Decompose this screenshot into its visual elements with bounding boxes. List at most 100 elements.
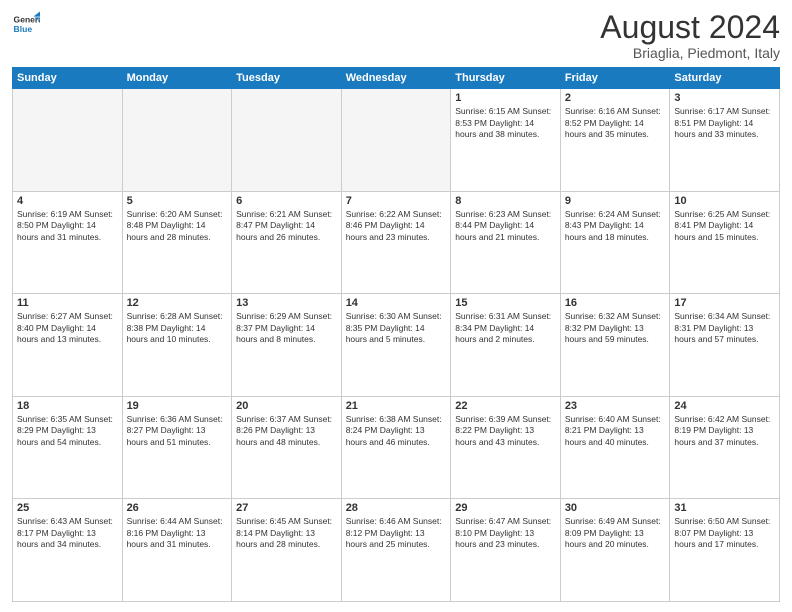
day-number: 30 [565, 502, 666, 514]
table-row: 24 Sunrise: 6:42 AM Sunset: 8:19 PM Dayli… [670, 396, 780, 499]
col-thursday: Thursday [451, 68, 561, 89]
day-number: 4 [17, 195, 118, 207]
day-info: Sunrise: 6:25 AM Sunset: 8:41 PM Dayligh… [674, 209, 775, 243]
col-wednesday: Wednesday [341, 68, 451, 89]
table-row: 23Sunrise: 6:40 AM Sunset: 8:21 PM Dayli… [560, 396, 670, 499]
day-number: 21 [346, 400, 447, 412]
table-row: 4 Sunrise: 6:19 AM Sunset: 8:50 PM Daylig… [13, 191, 123, 294]
table-row [122, 89, 232, 192]
table-row [13, 89, 123, 192]
table-row: 11 Sunrise: 6:27 AM Sunset: 8:40 PM Dayli… [13, 294, 123, 397]
table-row: 25 Sunrise: 6:43 AM Sunset: 8:17 PM Dayli… [13, 499, 123, 602]
day-number: 17 [674, 297, 775, 309]
day-info: Sunrise: 6:49 AM Sunset: 8:09 PM Dayligh… [565, 516, 666, 550]
calendar-week-row: 4 Sunrise: 6:19 AM Sunset: 8:50 PM Daylig… [13, 191, 780, 294]
calendar-week-row: 25 Sunrise: 6:43 AM Sunset: 8:17 PM Dayli… [13, 499, 780, 602]
day-info: Sunrise: 6:17 AM Sunset: 8:51 PM Dayligh… [674, 106, 775, 140]
day-number: 10 [674, 195, 775, 207]
logo-icon: General Blue [12, 10, 40, 38]
table-row: 20 Sunrise: 6:37 AM Sunset: 8:26 PM Dayli… [232, 396, 342, 499]
calendar-week-row: 1 Sunrise: 6:15 AM Sunset: 8:53 PM Daylig… [13, 89, 780, 192]
table-row: 3 Sunrise: 6:17 AM Sunset: 8:51 PM Daylig… [670, 89, 780, 192]
day-info: Sunrise: 6:38 AM Sunset: 8:24 PM Dayligh… [346, 414, 447, 448]
table-row: 21 Sunrise: 6:38 AM Sunset: 8:24 PM Dayli… [341, 396, 451, 499]
col-sunday: Sunday [13, 68, 123, 89]
day-info: Sunrise: 6:40 AM Sunset: 8:21 PM Dayligh… [565, 414, 666, 448]
day-info: Sunrise: 6:36 AM Sunset: 8:27 PM Dayligh… [127, 414, 228, 448]
calendar-header-row: Sunday Monday Tuesday Wednesday Thursday… [13, 68, 780, 89]
table-row: 28Sunrise: 6:46 AM Sunset: 8:12 PM Dayli… [341, 499, 451, 602]
day-info: Sunrise: 6:50 AM Sunset: 8:07 PM Dayligh… [674, 516, 775, 550]
day-info: Sunrise: 6:32 AM Sunset: 8:32 PM Dayligh… [565, 311, 666, 345]
day-number: 22 [455, 400, 556, 412]
day-info: Sunrise: 6:35 AM Sunset: 8:29 PM Dayligh… [17, 414, 118, 448]
day-info: Sunrise: 6:27 AM Sunset: 8:40 PM Dayligh… [17, 311, 118, 345]
table-row: 26 Sunrise: 6:44 AM Sunset: 8:16 PM Dayli… [122, 499, 232, 602]
day-number: 5 [127, 195, 228, 207]
header: General Blue August 2024 Briaglia, Piedm… [12, 10, 780, 61]
page: General Blue August 2024 Briaglia, Piedm… [0, 0, 792, 612]
table-row: 14 Sunrise: 6:30 AM Sunset: 8:35 PM Dayli… [341, 294, 451, 397]
day-number: 6 [236, 195, 337, 207]
day-number: 11 [17, 297, 118, 309]
table-row: 7Sunrise: 6:22 AM Sunset: 8:46 PM Daylig… [341, 191, 451, 294]
title-block: August 2024 Briaglia, Piedmont, Italy [600, 10, 780, 61]
table-row: 15Sunrise: 6:31 AM Sunset: 8:34 PM Dayli… [451, 294, 561, 397]
day-number: 24 [674, 400, 775, 412]
svg-text:Blue: Blue [14, 24, 33, 34]
day-number: 3 [674, 92, 775, 104]
day-info: Sunrise: 6:30 AM Sunset: 8:35 PM Dayligh… [346, 311, 447, 345]
table-row: 12 Sunrise: 6:28 AM Sunset: 8:38 PM Dayli… [122, 294, 232, 397]
table-row: 19 Sunrise: 6:36 AM Sunset: 8:27 PM Dayli… [122, 396, 232, 499]
table-row: 1 Sunrise: 6:15 AM Sunset: 8:53 PM Daylig… [451, 89, 561, 192]
col-tuesday: Tuesday [232, 68, 342, 89]
day-info: Sunrise: 6:34 AM Sunset: 8:31 PM Dayligh… [674, 311, 775, 345]
day-info: Sunrise: 6:28 AM Sunset: 8:38 PM Dayligh… [127, 311, 228, 345]
table-row: 31 Sunrise: 6:50 AM Sunset: 8:07 PM Dayli… [670, 499, 780, 602]
day-info: Sunrise: 6:37 AM Sunset: 8:26 PM Dayligh… [236, 414, 337, 448]
day-number: 13 [236, 297, 337, 309]
day-number: 1 [455, 92, 556, 104]
table-row: 5 Sunrise: 6:20 AM Sunset: 8:48 PM Daylig… [122, 191, 232, 294]
day-number: 25 [17, 502, 118, 514]
table-row: 8Sunrise: 6:23 AM Sunset: 8:44 PM Daylig… [451, 191, 561, 294]
day-info: Sunrise: 6:24 AM Sunset: 8:43 PM Dayligh… [565, 209, 666, 243]
table-row: 29Sunrise: 6:47 AM Sunset: 8:10 PM Dayli… [451, 499, 561, 602]
day-info: Sunrise: 6:42 AM Sunset: 8:19 PM Dayligh… [674, 414, 775, 448]
day-info: Sunrise: 6:47 AM Sunset: 8:10 PM Dayligh… [455, 516, 556, 550]
day-number: 14 [346, 297, 447, 309]
day-info: Sunrise: 6:46 AM Sunset: 8:12 PM Dayligh… [346, 516, 447, 550]
day-number: 12 [127, 297, 228, 309]
day-number: 20 [236, 400, 337, 412]
table-row: 18 Sunrise: 6:35 AM Sunset: 8:29 PM Dayli… [13, 396, 123, 499]
day-number: 31 [674, 502, 775, 514]
calendar-week-row: 18 Sunrise: 6:35 AM Sunset: 8:29 PM Dayli… [13, 396, 780, 499]
day-number: 2 [565, 92, 666, 104]
day-info: Sunrise: 6:29 AM Sunset: 8:37 PM Dayligh… [236, 311, 337, 345]
table-row [341, 89, 451, 192]
table-row: 27Sunrise: 6:45 AM Sunset: 8:14 PM Dayli… [232, 499, 342, 602]
day-number: 7 [346, 195, 447, 207]
day-number: 19 [127, 400, 228, 412]
day-number: 15 [455, 297, 556, 309]
logo: General Blue [12, 10, 40, 38]
day-info: Sunrise: 6:44 AM Sunset: 8:16 PM Dayligh… [127, 516, 228, 550]
table-row: 16Sunrise: 6:32 AM Sunset: 8:32 PM Dayli… [560, 294, 670, 397]
day-info: Sunrise: 6:21 AM Sunset: 8:47 PM Dayligh… [236, 209, 337, 243]
table-row: 9Sunrise: 6:24 AM Sunset: 8:43 PM Daylig… [560, 191, 670, 294]
location: Briaglia, Piedmont, Italy [600, 45, 780, 61]
day-info: Sunrise: 6:16 AM Sunset: 8:52 PM Dayligh… [565, 106, 666, 140]
table-row: 22Sunrise: 6:39 AM Sunset: 8:22 PM Dayli… [451, 396, 561, 499]
col-monday: Monday [122, 68, 232, 89]
day-info: Sunrise: 6:19 AM Sunset: 8:50 PM Dayligh… [17, 209, 118, 243]
month-title: August 2024 [600, 10, 780, 45]
day-info: Sunrise: 6:15 AM Sunset: 8:53 PM Dayligh… [455, 106, 556, 140]
day-info: Sunrise: 6:43 AM Sunset: 8:17 PM Dayligh… [17, 516, 118, 550]
table-row: 17 Sunrise: 6:34 AM Sunset: 8:31 PM Dayli… [670, 294, 780, 397]
day-number: 18 [17, 400, 118, 412]
day-number: 26 [127, 502, 228, 514]
table-row: 6 Sunrise: 6:21 AM Sunset: 8:47 PM Daylig… [232, 191, 342, 294]
col-saturday: Saturday [670, 68, 780, 89]
table-row [232, 89, 342, 192]
day-info: Sunrise: 6:20 AM Sunset: 8:48 PM Dayligh… [127, 209, 228, 243]
